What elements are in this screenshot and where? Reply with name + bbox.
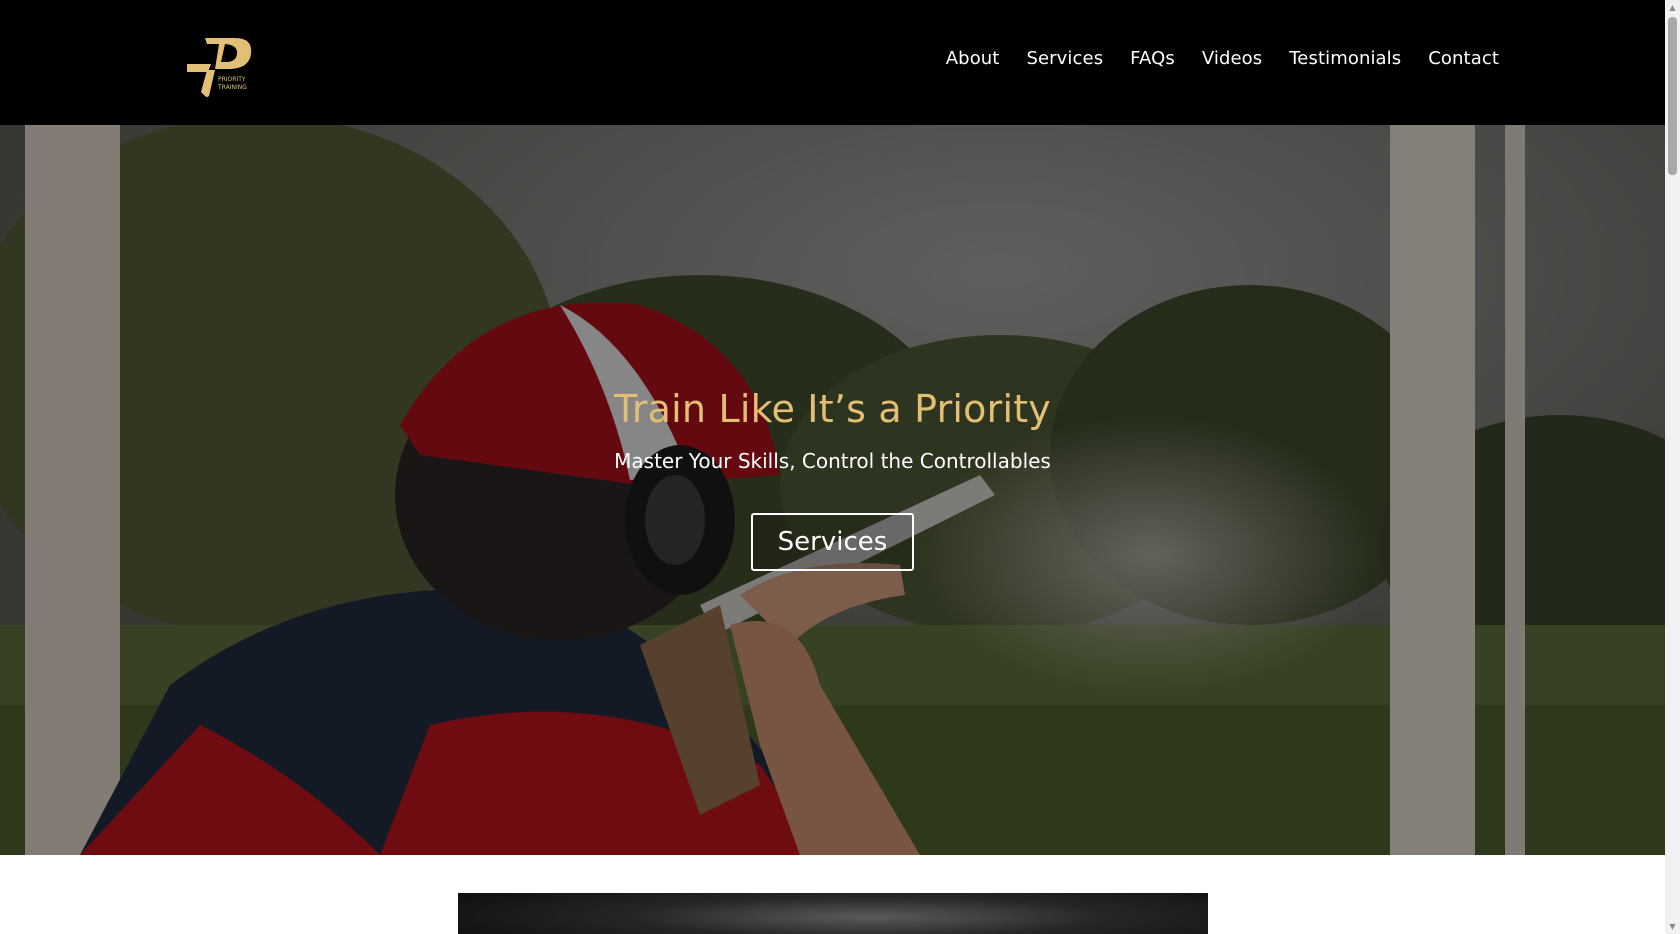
main-nav: About Services FAQs Videos Testimonials … — [919, 48, 1499, 69]
nav-link-contact[interactable]: Contact — [1428, 48, 1499, 69]
page-viewport: PRIORITY TRAINING About Services FAQs Vi… — [0, 0, 1665, 934]
arrow-down-icon[interactable]: ▼ — [1665, 919, 1680, 934]
page-scrollbar[interactable]: ▲ ▼ — [1665, 0, 1680, 934]
nav-link-about[interactable]: About — [946, 48, 1000, 69]
hero-content: Train Like It’s a Priority Master Your S… — [0, 387, 1665, 571]
nav-link-faqs[interactable]: FAQs — [1130, 48, 1175, 69]
priority-training-logo-icon: PRIORITY TRAINING — [187, 38, 252, 97]
hero-title: Train Like It’s a Priority — [614, 387, 1051, 431]
svg-text:PRIORITY: PRIORITY — [218, 76, 246, 83]
content-section — [0, 855, 1665, 934]
nav-link-videos[interactable]: Videos — [1202, 48, 1262, 69]
video-preview[interactable] — [458, 893, 1208, 934]
hero-services-button[interactable]: Services — [750, 513, 915, 571]
scrollbar-thumb[interactable] — [1668, 17, 1677, 175]
nav-link-testimonials[interactable]: Testimonials — [1289, 48, 1401, 69]
svg-text:TRAINING: TRAINING — [217, 84, 247, 91]
nav-link-services[interactable]: Services — [1026, 48, 1103, 69]
site-header: PRIORITY TRAINING About Services FAQs Vi… — [0, 0, 1665, 125]
hero-subtitle: Master Your Skills, Control the Controll… — [614, 449, 1051, 473]
arrow-up-icon[interactable]: ▲ — [1665, 0, 1680, 15]
site-logo[interactable]: PRIORITY TRAINING — [185, 34, 257, 100]
hero-section: Train Like It’s a Priority Master Your S… — [0, 125, 1665, 855]
